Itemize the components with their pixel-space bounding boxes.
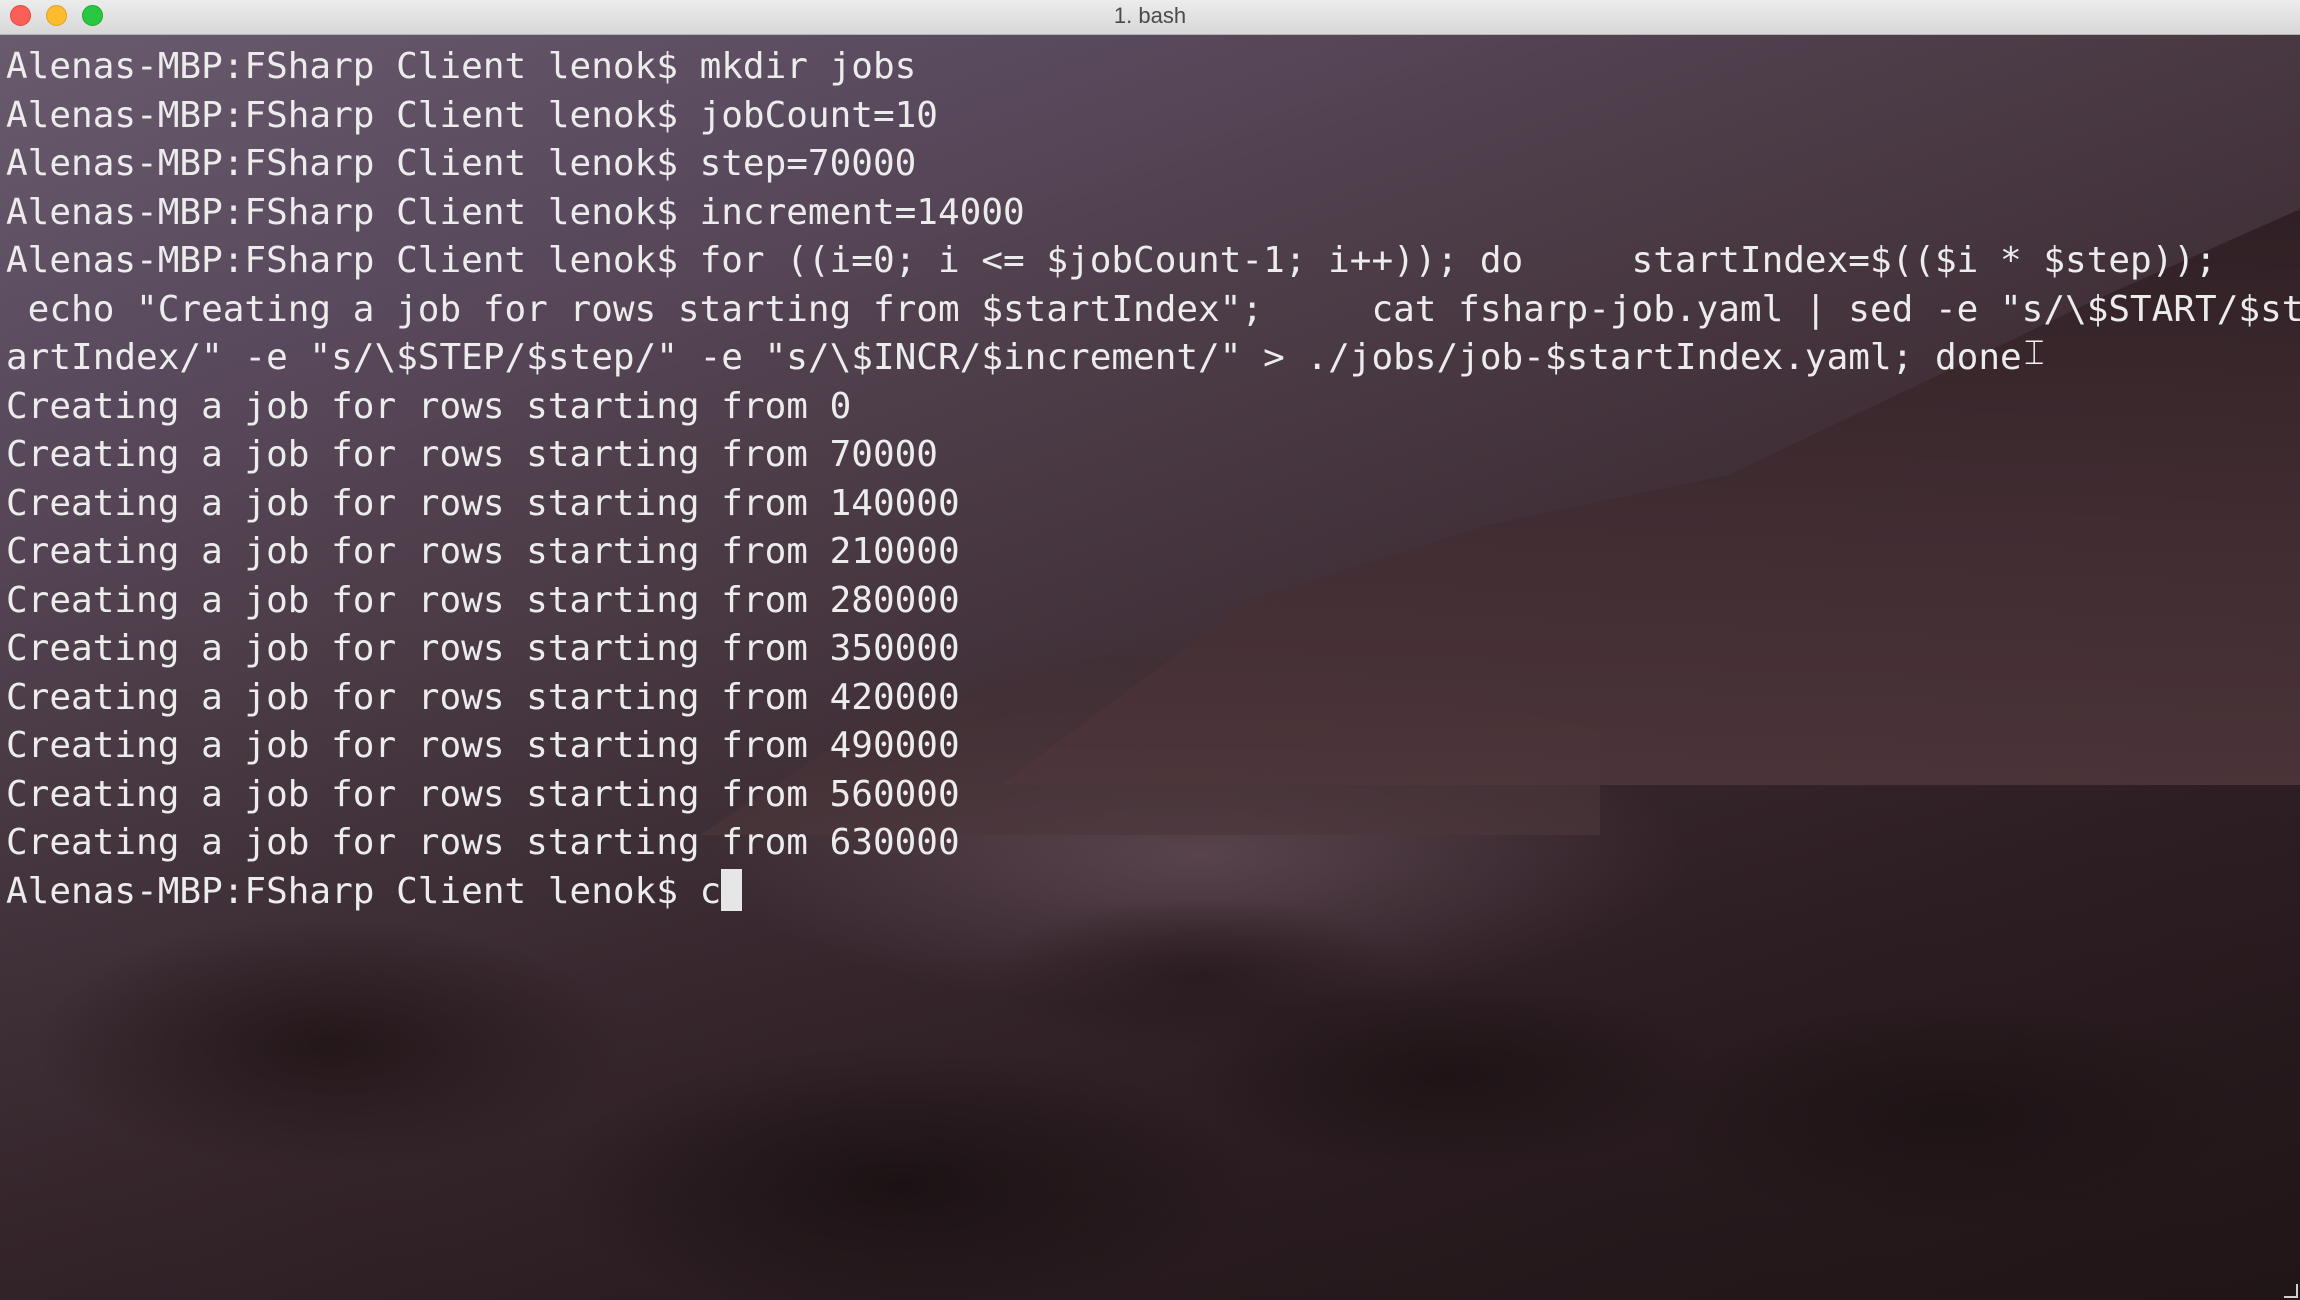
terminal-line: Creating a job for rows starting from 70… bbox=[6, 434, 938, 475]
terminal-line: Creating a job for rows starting from 42… bbox=[6, 676, 960, 718]
prompt-input-text[interactable]: Alenas-MBP:FSharp Client lenok$ c bbox=[6, 871, 721, 912]
terminal-line: Creating a job for rows starting from 28… bbox=[6, 579, 960, 621]
terminal-line: Alenas-MBP:FSharp Client lenok$ step=700… bbox=[6, 143, 917, 184]
terminal-line: Alenas-MBP:FSharp Client lenok$ for ((i=… bbox=[6, 240, 2217, 281]
terminal-line: Alenas-MBP:FSharp Client lenok$ mkdir jo… bbox=[6, 46, 917, 87]
terminal-line: Creating a job for rows starting from 35… bbox=[6, 628, 960, 669]
text-ibeam-cursor-icon: ⌶ bbox=[2024, 333, 2045, 373]
block-cursor bbox=[721, 868, 743, 911]
terminal-window: 1. bash Alenas-MBP:FSharp Client lenok$ … bbox=[0, 0, 2300, 1300]
command-prompt-line[interactable]: Alenas-MBP:FSharp Client lenok$ c bbox=[6, 868, 2300, 917]
terminal-line: Alenas-MBP:FSharp Client lenok$ jobCount… bbox=[6, 94, 938, 136]
terminal-line: Creating a job for rows starting from 0 bbox=[6, 385, 852, 427]
title-bar[interactable]: 1. bash bbox=[0, 0, 2300, 35]
window-title: 1. bash bbox=[1113, 3, 1187, 28]
resize-handle-icon[interactable] bbox=[2284, 1284, 2298, 1298]
terminal-lines: Alenas-MBP:FSharp Client lenok$ mkdir jo… bbox=[6, 43, 2300, 916]
terminal-line: artIndex/" -e "s/\$STEP/$step/" -e "s/\$… bbox=[6, 337, 2022, 378]
terminal-line: Creating a job for rows starting from 63… bbox=[6, 822, 960, 863]
terminal-line: Creating a job for rows starting from 56… bbox=[6, 773, 960, 815]
terminal-line: Alenas-MBP:FSharp Client lenok$ incremen… bbox=[6, 191, 1025, 233]
terminal-output-area[interactable]: Alenas-MBP:FSharp Client lenok$ mkdir jo… bbox=[0, 35, 2300, 1300]
terminal-line: Creating a job for rows starting from 14… bbox=[6, 482, 960, 524]
terminal-line: Creating a job for rows starting from 49… bbox=[6, 725, 960, 766]
terminal-line: Creating a job for rows starting from 21… bbox=[6, 531, 960, 572]
terminal-line: echo "Creating a job for rows starting f… bbox=[6, 288, 2300, 330]
